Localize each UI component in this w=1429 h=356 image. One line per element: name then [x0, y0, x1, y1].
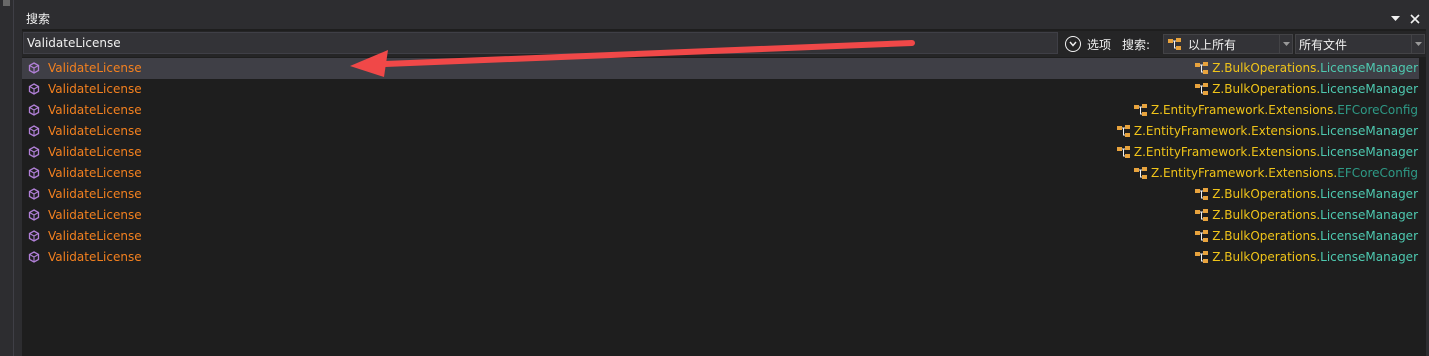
- class-icon: [1116, 124, 1130, 137]
- result-namespace: Z.BulkOperations.: [1212, 250, 1321, 264]
- result-row[interactable]: ValidateLicense Z.BulkOperations. LicenseM…: [22, 226, 1419, 247]
- method-cube-icon: [28, 104, 40, 116]
- class-icon: [1133, 103, 1147, 116]
- files-select-value: 所有文件: [1299, 37, 1348, 52]
- result-namespace: Z.BulkOperations.: [1212, 187, 1321, 201]
- class-icon: [1116, 145, 1130, 158]
- method-cube-icon: [28, 83, 40, 95]
- chevron-down-icon[interactable]: [1411, 35, 1424, 53]
- result-member-name: ValidateLicense: [48, 61, 142, 75]
- result-namespace: Z.BulkOperations.: [1212, 82, 1321, 96]
- result-namespace: Z.BulkOperations.: [1212, 208, 1321, 222]
- result-location: Z.BulkOperations. LicenseManager: [1194, 205, 1418, 226]
- result-member-name: ValidateLicense: [48, 145, 142, 159]
- result-type: LicenseManager: [1320, 250, 1418, 264]
- result-location: Z.EntityFramework.Extensions. LicenseMana…: [1116, 121, 1418, 142]
- result-type: LicenseManager: [1320, 61, 1418, 75]
- result-row[interactable]: ValidateLicense Z.EntityFramework.Extensi…: [22, 100, 1419, 121]
- method-cube-icon: [28, 125, 40, 137]
- options-button[interactable]: 选项 搜索:: [1065, 33, 1150, 55]
- result-member-name: ValidateLicense: [48, 250, 142, 264]
- result-namespace: Z.EntityFramework.Extensions.: [1133, 124, 1321, 138]
- result-location: Z.BulkOperations. LicenseManager: [1194, 184, 1418, 205]
- method-cube-icon: [28, 209, 40, 221]
- result-namespace: Z.EntityFramework.Extensions.: [1133, 145, 1321, 159]
- left-gutter: [0, 0, 14, 356]
- class-icon: [1195, 250, 1209, 263]
- search-input[interactable]: [23, 32, 1058, 54]
- result-row[interactable]: ValidateLicense Z.EntityFramework.Extensi…: [22, 142, 1419, 163]
- class-icon: [1168, 37, 1181, 50]
- scope-select[interactable]: 以上所有: [1163, 34, 1293, 54]
- method-cube-icon: [28, 146, 40, 158]
- result-type: EFCoreConfig: [1337, 166, 1418, 180]
- method-cube-icon: [28, 251, 40, 263]
- result-location: Z.BulkOperations. LicenseManager: [1194, 226, 1418, 247]
- result-type: LicenseManager: [1320, 82, 1418, 96]
- result-type: LicenseManager: [1320, 145, 1418, 159]
- result-namespace: Z.EntityFramework.Extensions.: [1150, 166, 1338, 180]
- result-type: LicenseManager: [1320, 208, 1418, 222]
- method-cube-icon: [28, 230, 40, 242]
- result-row[interactable]: ValidateLicense Z.EntityFramework.Extensi…: [22, 121, 1419, 142]
- search-panel: 搜索 选项 搜索:: [22, 8, 1426, 356]
- gutter-handle: [3, 0, 10, 6]
- result-location: Z.EntityFramework.Extensions. LicenseMana…: [1116, 142, 1418, 163]
- result-namespace: Z.BulkOperations.: [1212, 229, 1321, 243]
- result-member-name: ValidateLicense: [48, 124, 142, 138]
- result-row[interactable]: ValidateLicense Z.BulkOperations. LicenseM…: [22, 58, 1419, 79]
- result-namespace: Z.BulkOperations.: [1212, 61, 1321, 75]
- result-member-name: ValidateLicense: [48, 82, 142, 96]
- result-type: LicenseManager: [1320, 124, 1418, 138]
- result-location: Z.EntityFramework.Extensions. EFCoreConfi…: [1133, 100, 1418, 121]
- scope-select-value: 以上所有: [1188, 37, 1237, 52]
- result-row[interactable]: ValidateLicense Z.BulkOperations. LicenseM…: [22, 184, 1419, 205]
- chevron-down-circle-icon[interactable]: [1065, 36, 1081, 52]
- method-cube-icon: [28, 167, 40, 179]
- class-icon: [1195, 82, 1209, 95]
- result-type: EFCoreConfig: [1337, 103, 1418, 117]
- options-label[interactable]: 选项: [1087, 36, 1111, 53]
- class-icon: [1195, 61, 1209, 74]
- class-icon: [1195, 208, 1209, 221]
- result-member-name: ValidateLicense: [48, 187, 142, 201]
- search-bar: 选项 搜索: 以上所有 所有文件: [22, 31, 1426, 57]
- result-namespace: Z.EntityFramework.Extensions.: [1150, 103, 1338, 117]
- result-location: Z.EntityFramework.Extensions. EFCoreConfi…: [1133, 163, 1418, 184]
- method-cube-icon: [28, 62, 40, 74]
- panel-titlebar: 搜索: [22, 8, 1426, 29]
- result-member-name: ValidateLicense: [48, 208, 142, 222]
- files-select[interactable]: 所有文件: [1295, 34, 1425, 54]
- class-icon: [1133, 166, 1147, 179]
- results-list: ValidateLicense Z.BulkOperations. LicenseM…: [22, 58, 1419, 268]
- method-cube-icon: [28, 188, 40, 200]
- result-type: LicenseManager: [1320, 187, 1418, 201]
- class-icon: [1195, 187, 1209, 200]
- panel-title: 搜索: [26, 12, 51, 26]
- result-location: Z.BulkOperations. LicenseManager: [1194, 247, 1418, 268]
- result-member-name: ValidateLicense: [48, 229, 142, 243]
- scope-label: 搜索:: [1122, 37, 1151, 52]
- result-row[interactable]: ValidateLicense Z.BulkOperations. LicenseM…: [22, 205, 1419, 226]
- result-location: Z.BulkOperations. LicenseManager: [1194, 58, 1418, 79]
- result-member-name: ValidateLicense: [48, 166, 142, 180]
- result-location: Z.BulkOperations. LicenseManager: [1194, 79, 1418, 100]
- result-row[interactable]: ValidateLicense Z.EntityFramework.Extensi…: [22, 163, 1419, 184]
- close-icon[interactable]: [1408, 11, 1422, 27]
- result-row[interactable]: ValidateLicense Z.BulkOperations. LicenseM…: [22, 79, 1419, 100]
- dropdown-menu-icon[interactable]: [1388, 11, 1402, 27]
- result-type: LicenseManager: [1320, 229, 1418, 243]
- chevron-down-icon[interactable]: [1279, 35, 1292, 53]
- class-icon: [1195, 229, 1209, 242]
- result-member-name: ValidateLicense: [48, 103, 142, 117]
- result-row[interactable]: ValidateLicense Z.BulkOperations. LicenseM…: [22, 247, 1419, 268]
